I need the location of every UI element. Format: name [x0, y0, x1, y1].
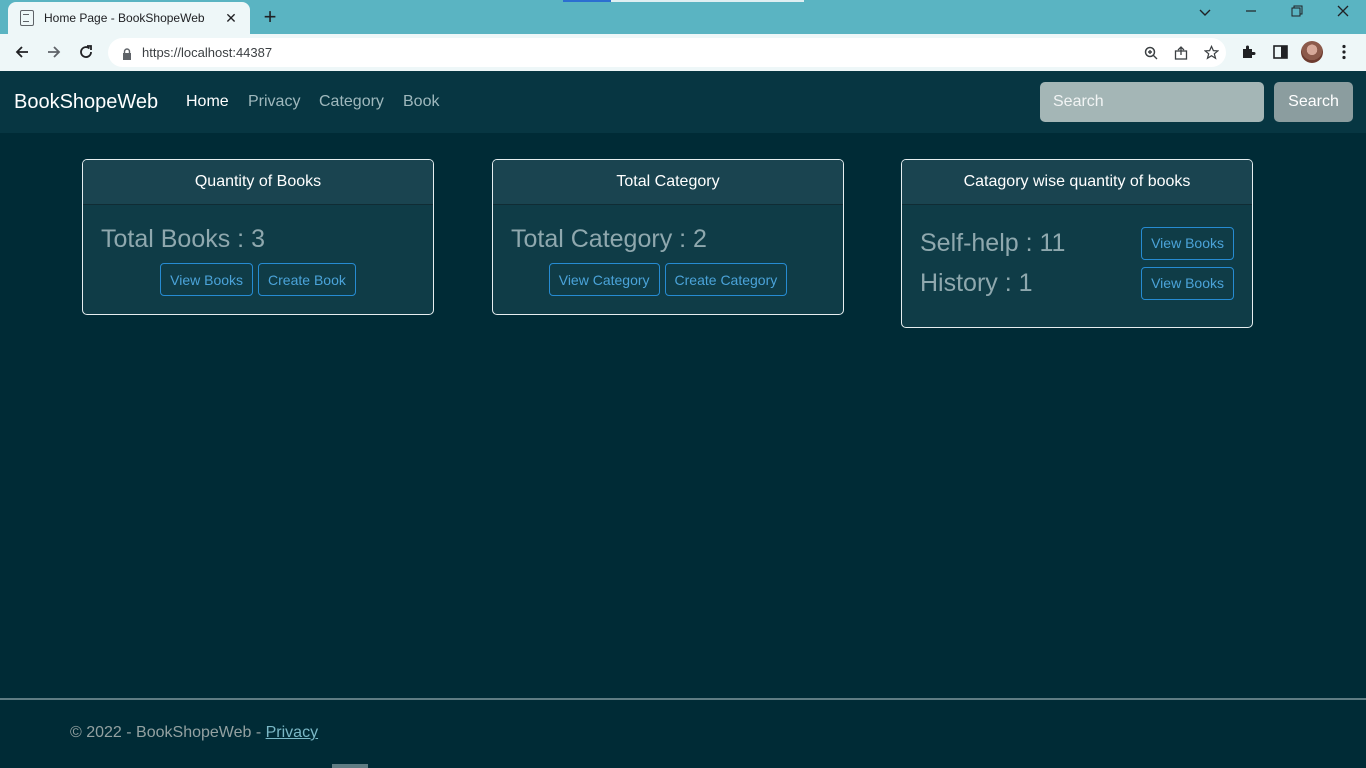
- card-body: Total Category : 2 View Category Create …: [493, 205, 843, 314]
- bookmark-star-icon[interactable]: [1196, 43, 1226, 63]
- lock-icon[interactable]: [122, 47, 132, 60]
- view-books-button[interactable]: View Books: [160, 263, 254, 296]
- side-panel-icon[interactable]: [1267, 40, 1293, 64]
- create-book-button[interactable]: Create Book: [258, 263, 356, 296]
- total-category-stat: Total Category : 2: [511, 225, 707, 253]
- window-close-icon[interactable]: [1333, 4, 1353, 20]
- back-icon[interactable]: [10, 40, 34, 64]
- restore-icon[interactable]: [1287, 4, 1307, 20]
- address-bar[interactable]: https://localhost:44387: [108, 38, 1226, 67]
- browser-tab[interactable]: Home Page - BookShopeWeb ✕: [8, 2, 250, 34]
- copyright-text: © 2022 - BookShopeWeb -: [70, 724, 266, 741]
- card-header: Catagory wise quantity of books: [902, 160, 1252, 205]
- footer-text: © 2022 - BookShopeWeb - Privacy: [70, 724, 318, 742]
- category-wise-card: Catagory wise quantity of books Self-hel…: [901, 159, 1253, 328]
- tab-search-icon[interactable]: [1195, 4, 1215, 20]
- loading-indicator: [563, 0, 611, 2]
- nav-link-category[interactable]: Category: [319, 93, 384, 111]
- category-count: Self-help : 11: [920, 229, 1066, 257]
- scrollbar-thumb[interactable]: [332, 764, 368, 768]
- browser-tab-strip: Home Page - BookShopeWeb ✕ +: [0, 0, 1366, 34]
- minimize-icon[interactable]: [1241, 4, 1261, 20]
- search-input[interactable]: [1040, 82, 1264, 122]
- card-body: Total Books : 3 View Books Create Book: [83, 205, 433, 314]
- zoom-icon[interactable]: [1136, 43, 1166, 63]
- create-category-button[interactable]: Create Category: [664, 263, 788, 296]
- new-tab-button[interactable]: +: [258, 6, 282, 28]
- books-card: Quantity of Books Total Books : 3 View B…: [82, 159, 434, 315]
- page-favicon-icon: [20, 10, 34, 26]
- card-header: Quantity of Books: [83, 160, 433, 205]
- profile-avatar[interactable]: [1299, 40, 1325, 64]
- url-text[interactable]: https://localhost:44387: [142, 45, 1136, 60]
- view-books-button[interactable]: View Books: [1141, 226, 1234, 260]
- tab-title: Home Page - BookShopeWeb: [44, 11, 205, 25]
- app-navbar: BookShopeWeb Home Privacy Category Book …: [0, 71, 1366, 133]
- nav-link-home[interactable]: Home: [186, 93, 229, 111]
- footer-privacy-link[interactable]: Privacy: [266, 724, 318, 741]
- browser-menu-icon[interactable]: [1331, 40, 1357, 64]
- share-icon[interactable]: [1166, 43, 1196, 63]
- loading-track: [611, 0, 804, 2]
- browser-toolbar: https://localhost:44387: [0, 34, 1366, 71]
- view-category-button[interactable]: View Category: [548, 263, 660, 296]
- card-body: Self-help : 11 View Books History : 1 Vi…: [902, 205, 1252, 327]
- card-header: Total Category: [493, 160, 843, 205]
- brand-link[interactable]: BookShopeWeb: [14, 91, 158, 114]
- avatar: [1301, 41, 1323, 63]
- page-footer: © 2022 - BookShopeWeb - Privacy: [0, 698, 1366, 768]
- tab-close-icon[interactable]: ✕: [222, 10, 240, 27]
- reload-icon[interactable]: [74, 40, 98, 64]
- category-row: History : 1 View Books: [920, 263, 1234, 303]
- category-row: Self-help : 11 View Books: [920, 223, 1234, 263]
- card-title: Quantity of Books: [194, 173, 322, 190]
- forward-icon[interactable]: [42, 40, 66, 64]
- nav-link-book[interactable]: Book: [403, 93, 439, 111]
- category-card: Total Category Total Category : 2 View C…: [492, 159, 844, 315]
- nav-link-privacy[interactable]: Privacy: [248, 93, 300, 111]
- total-books-stat: Total Books : 3: [101, 225, 265, 253]
- extensions-icon[interactable]: [1235, 40, 1261, 64]
- card-title: Catagory wise quantity of books: [963, 173, 1191, 190]
- category-count: History : 1: [920, 269, 1033, 297]
- card-title: Total Category: [616, 173, 720, 190]
- view-books-button[interactable]: View Books: [1141, 266, 1234, 300]
- search-button[interactable]: Search: [1274, 82, 1353, 122]
